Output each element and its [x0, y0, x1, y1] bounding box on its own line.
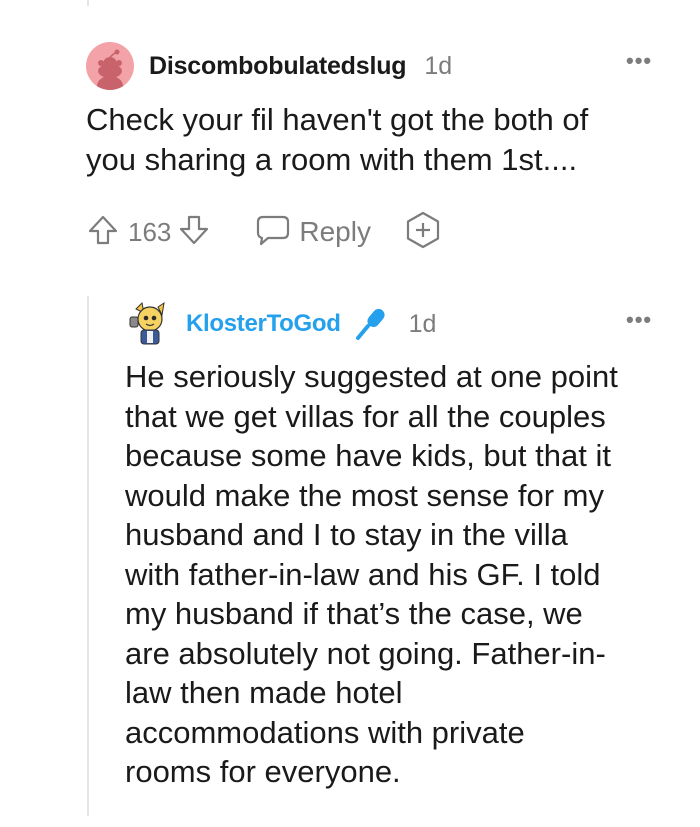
upvote-icon[interactable] [86, 213, 120, 252]
timestamp: 1d [408, 309, 437, 338]
more-options-button[interactable]: ••• [626, 50, 652, 72]
more-options-button[interactable]: ••• [626, 309, 652, 331]
comment-header: KlosterToGod 1d [128, 301, 436, 347]
comment-body: He seriously suggested at one point that… [125, 359, 618, 789]
reply-button[interactable]: Reply [255, 213, 371, 252]
reply-bubble-icon [255, 213, 291, 252]
comment-actions: 163 Reply [86, 210, 443, 254]
vote-count: 163 [128, 216, 172, 247]
timestamp: 1d [424, 51, 453, 80]
thread-line [87, 296, 89, 816]
downvote-icon[interactable] [177, 213, 211, 252]
username[interactable]: Discombobulatedslug [149, 52, 407, 81]
comment-header: Discombobulatedslug 1d [86, 38, 452, 94]
comment-body: Check your fil haven't got the both of y… [86, 102, 589, 177]
username[interactable]: KlosterToGod [186, 310, 341, 338]
microphone-flair-icon [353, 306, 389, 342]
award-button[interactable] [403, 210, 443, 255]
snoo-avatar-icon[interactable] [86, 42, 134, 90]
thread-line [87, 0, 89, 6]
reply-label: Reply [299, 216, 371, 247]
custom-avatar-icon[interactable] [128, 301, 170, 347]
award-plus-icon [403, 210, 443, 255]
